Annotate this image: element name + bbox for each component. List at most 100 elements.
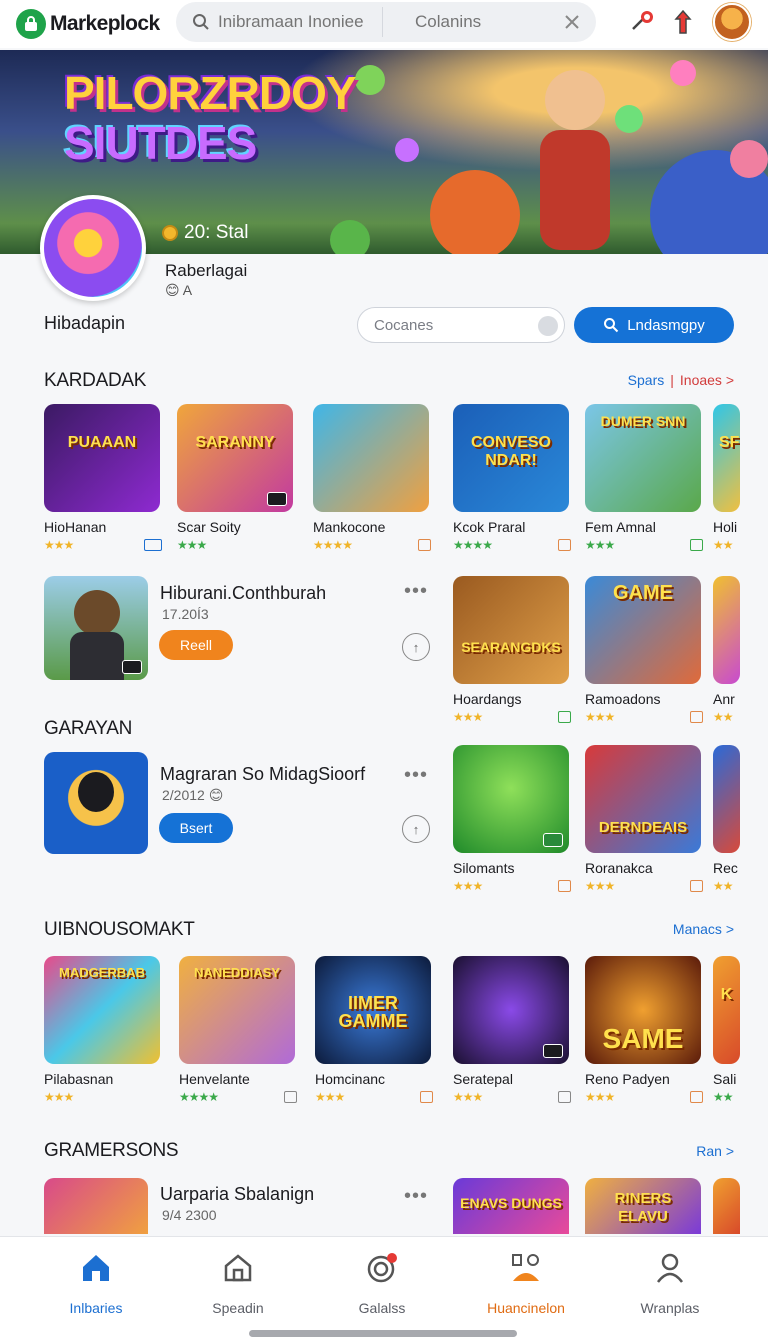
toggle-knob[interactable] <box>538 316 558 336</box>
section-links: Spars | Inoaes > <box>628 372 734 388</box>
rating-stars: ★★★ <box>177 538 207 552</box>
game-thumbnail: NANEDDIASY <box>179 956 295 1064</box>
game-name: Anr <box>713 691 735 707</box>
user-avatar[interactable] <box>713 3 751 41</box>
section-link-more[interactable]: Inoaes > <box>680 372 734 388</box>
hero-character <box>545 70 605 130</box>
featured-title: Hiburani.Conthburah <box>160 583 327 603</box>
game-card[interactable]: GAME Ramoadons ★★★ <box>585 576 703 724</box>
search-button[interactable]: Lndasmgpy <box>574 307 734 343</box>
rating-stars: ★★★ <box>585 710 615 724</box>
target-icon <box>367 1253 397 1283</box>
rating-stars: ★★ <box>713 879 733 893</box>
game-card[interactable]: SEARANGDKS Hoardangs ★★★ <box>453 576 571 724</box>
coin-balance: 20: Stal <box>162 222 248 244</box>
avatar-body <box>70 632 124 680</box>
creature-character <box>730 140 768 178</box>
game-card[interactable]: MADGERBAB Pilabasnan ★★★ <box>44 956 162 1104</box>
logo-icon <box>16 9 46 39</box>
game-card[interactable]: ENAVS DUNGS <box>453 1178 571 1234</box>
game-thumbnail <box>713 1178 740 1234</box>
section-link-more[interactable]: Manacs > <box>673 921 734 937</box>
nav-item-huancinelon[interactable]: Huancinelon <box>456 1251 596 1316</box>
nav-label: Huancinelon <box>487 1300 565 1316</box>
thumbnail-title: SF <box>719 434 740 451</box>
game-name: Ramoadons <box>585 691 661 707</box>
section-link-see[interactable]: Spars <box>628 372 665 388</box>
game-card[interactable]: IIMER GAMME Homcinanc ★★★ <box>315 956 433 1104</box>
share-icon[interactable]: ↑ <box>402 815 430 843</box>
featured-thumbnail[interactable] <box>44 752 148 854</box>
game-card[interactable]: RINERS ELAVU <box>585 1178 703 1234</box>
person-icon <box>657 1253 683 1283</box>
game-card[interactable]: PUAAAN HioHanan ★★★ <box>44 404 162 552</box>
avatar <box>78 772 114 812</box>
share-icon[interactable]: ↑ <box>402 633 430 661</box>
game-card[interactable]: Seratepal ★★★ <box>453 956 571 1104</box>
featured-title: Magraran So MidagSioorf <box>160 764 366 784</box>
game-name: Hoardangs <box>453 691 522 707</box>
featured-action-button[interactable]: Reell <box>159 630 233 660</box>
game-card[interactable]: Mankocone ★★★★ <box>313 404 431 552</box>
coin-label: 20: Stal <box>184 222 249 243</box>
game-card[interactable]: K Sali ★★ <box>713 956 740 1104</box>
featured-thumbnail[interactable] <box>44 576 148 680</box>
game-card[interactable]: Rec ★★ <box>713 745 740 893</box>
game-card[interactable]: Silomants ★★★ <box>453 745 571 893</box>
game-name: Henvelante <box>179 1071 250 1087</box>
nav-item-speadin[interactable]: Speadin <box>168 1251 308 1316</box>
thumbnail-title: PUAAAN <box>67 434 137 451</box>
featured-thumbnail[interactable] <box>44 1178 148 1234</box>
game-card[interactable]: Anr ★★ <box>713 576 740 724</box>
game-card[interactable]: DUMER SNN Fem Amnal ★★★ <box>585 404 703 552</box>
game-name: Pilabasnan <box>44 1071 114 1087</box>
game-thumbnail: DUMER SNN <box>585 404 701 512</box>
game-thumbnail: PUAAAN <box>44 404 160 512</box>
upload-icon[interactable] <box>668 7 698 37</box>
device-icon <box>284 1091 297 1103</box>
device-icon <box>690 880 703 892</box>
device-icon <box>690 1091 703 1103</box>
game-thumbnail: SF <box>713 404 740 512</box>
featured-action-button[interactable]: Bsert <box>159 813 233 843</box>
nav-item-libraries[interactable]: Inlbaries <box>26 1251 166 1316</box>
thumbnail-title: ENAVS DUNGS <box>460 1195 562 1211</box>
game-thumbnail: SEARANGDKS <box>453 576 569 684</box>
more-options-icon[interactable]: ••• <box>404 764 428 787</box>
game-card[interactable]: DERNDEAIS Roranakca ★★★ <box>585 745 703 893</box>
game-card[interactable]: NANEDDIASY Henvelante ★★★★ <box>179 956 297 1104</box>
home-icon <box>83 1255 109 1281</box>
app-logo[interactable]: Markeplock <box>16 9 166 39</box>
bubble-icon <box>670 60 696 86</box>
category-input[interactable]: Cocanes <box>357 307 565 343</box>
device-icon <box>418 539 431 551</box>
close-icon[interactable] <box>562 12 582 32</box>
game-card[interactable]: SAME Reno Padyen ★★★ <box>585 956 703 1104</box>
search-input[interactable] <box>218 12 368 32</box>
bear-character <box>430 170 520 254</box>
section-title: KARDADAK <box>44 370 147 391</box>
game-card[interactable]: SF Holi ★★ <box>713 404 740 552</box>
more-options-icon[interactable]: ••• <box>404 1185 428 1208</box>
search-button-label: Lndasmgpy <box>627 316 705 334</box>
device-icon <box>690 711 703 723</box>
notification-icon[interactable] <box>627 7 657 37</box>
section-link-more[interactable]: Ran > <box>696 1143 734 1159</box>
game-thumbnail: ENAVS DUNGS <box>453 1178 569 1234</box>
nav-item-galalss[interactable]: Galalss <box>312 1251 452 1316</box>
home-indicator[interactable] <box>249 1330 517 1337</box>
profile-section-label: Hibadapin <box>44 313 126 333</box>
game-thumbnail: CONVESO NDAR! <box>453 404 569 512</box>
game-card[interactable]: SARANNY Scar Soity ★★★ <box>177 404 295 552</box>
section-link-divider: | <box>670 372 674 388</box>
game-card[interactable] <box>713 1178 740 1234</box>
nav-label: Inlbaries <box>69 1300 123 1316</box>
nav-label: Wranplas <box>640 1300 700 1316</box>
more-options-icon[interactable]: ••• <box>404 580 428 603</box>
search-filter-input[interactable] <box>415 12 545 32</box>
thumbnail-title: GAME <box>613 582 673 604</box>
rating-stars: ★★★★ <box>313 538 353 552</box>
game-card[interactable]: CONVESO NDAR! Kcok Praral ★★★★ <box>453 404 571 552</box>
profile-avatar[interactable] <box>40 195 146 301</box>
nav-item-wranplas[interactable]: Wranplas <box>600 1251 740 1316</box>
